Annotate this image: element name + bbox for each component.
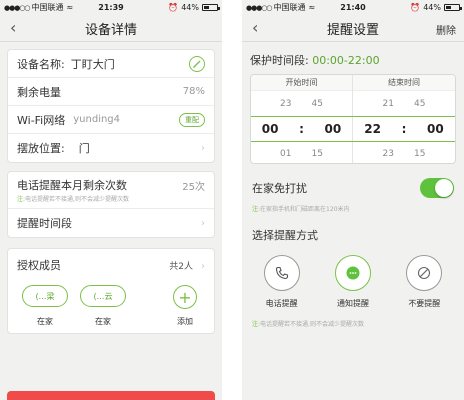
battery-icon — [202, 4, 220, 11]
nav-bar: ‹ 设备详情 — [0, 15, 222, 42]
member-avatar: (…梁 — [22, 285, 68, 307]
mode-note: 注:电话提醒若不接通,则不会减少提醒次数 — [252, 321, 364, 328]
protect-range: 00:00-22:00 — [312, 54, 380, 67]
battery-percent: 44% — [181, 3, 199, 12]
end-time-column[interactable]: 结束时间 21 45 22:00 23 15 — [353, 75, 455, 163]
dnd-label: 在家免打扰 — [252, 182, 307, 195]
picker-row: 23 15 — [382, 148, 426, 159]
chevron-right-icon: › — [201, 260, 205, 272]
page-title: 提醒设置 — [326, 22, 379, 38]
mode-label: 电话提醒 — [265, 299, 298, 308]
device-detail-screen: ●●●○○ 中国联通 ≈ 21:39 ⏰ 44% ‹ 设备详情 设备名称: 丁盯… — [0, 0, 222, 400]
member-avatar: (…云 — [80, 285, 126, 307]
wifi-icon: ≈ — [66, 3, 74, 12]
reminder-time-row[interactable]: 提醒时间段 › — [8, 209, 214, 237]
device-info-card: 设备名称: 丁盯大门 剩余电量 78% Wi-Fi网络 yunding4 重配 … — [7, 49, 215, 163]
add-member-label: 添加 — [177, 317, 193, 326]
back-icon[interactable]: ‹ — [252, 18, 258, 37]
wifi-value: yunding4 — [73, 114, 121, 125]
start-time-label: 开始时间 — [251, 75, 352, 91]
selection-line-top — [251, 116, 455, 117]
place-label: 摆放位置: — [17, 142, 65, 155]
member-status: 在家 — [37, 317, 53, 326]
delete-device-button[interactable] — [7, 391, 215, 400]
delete-button[interactable]: 删除 — [436, 22, 456, 37]
notification-reminder-option[interactable]: 通知提醒 — [323, 255, 383, 309]
selection-line-bottom — [251, 141, 455, 142]
alarm-icon: ⏰ — [168, 3, 179, 12]
alarm-icon: ⏰ — [410, 3, 421, 12]
mode-label: 通知提醒 — [336, 299, 369, 308]
member-item[interactable]: (…云 在家 — [75, 285, 131, 327]
battery-value: 78% — [182, 86, 205, 97]
place-value: 门 — [78, 142, 90, 155]
dnd-note: 注:在家指手机和门磁距离在120米内 — [252, 206, 350, 213]
reconfigure-button[interactable]: 重配 — [179, 112, 205, 127]
picker-row: 01 15 — [280, 148, 323, 159]
back-icon[interactable]: ‹ — [10, 18, 16, 37]
reminder-time-label: 提醒时间段 — [17, 217, 72, 230]
reminder-card: 电话提醒本月剩余次数 25次 注:电话提醒若不接通,则不会减少提醒次数 提醒时间… — [7, 171, 215, 238]
member-status: 在家 — [95, 317, 111, 326]
chevron-right-icon: › — [201, 217, 205, 229]
members-count[interactable]: 共2人 › — [169, 259, 205, 272]
battery-label: 剩余电量 — [17, 85, 61, 99]
nav-bar: ‹ 提醒设置 删除 — [242, 15, 464, 42]
dnd-toggle[interactable] — [420, 178, 454, 198]
mode-label: 不要提醒 — [408, 299, 441, 308]
members-title: 授权成员 — [17, 259, 61, 272]
wifi-icon: ≈ — [308, 3, 316, 12]
picker-selected-row: 22:00 — [364, 121, 444, 136]
battery-row: 剩余电量 78% — [8, 78, 214, 106]
device-name-row[interactable]: 设备名称: 丁盯大门 — [8, 50, 214, 78]
chevron-right-icon: › — [201, 142, 205, 154]
plus-icon: + — [173, 285, 197, 309]
place-row[interactable]: 摆放位置: 门 › — [8, 134, 214, 162]
member-item[interactable]: (…梁 在家 — [17, 285, 73, 327]
protect-label: 保护时间段: — [250, 54, 309, 67]
status-bar: ●●●○○ 中国联通 ≈ 21:39 ⏰ 44% — [0, 0, 222, 15]
add-member-button[interactable]: + 添加 — [165, 285, 205, 327]
signal-icon: ●●●○○ — [246, 3, 273, 12]
phone-reminder-option[interactable]: 电话提醒 — [252, 255, 312, 309]
end-time-label: 结束时间 — [353, 75, 455, 91]
device-name-value: 丁盯大门 — [70, 57, 115, 71]
picker-row: 23 45 — [280, 98, 323, 109]
device-name-label: 设备名称: — [17, 57, 65, 71]
mode-options: 电话提醒 通知提醒 不要提醒 — [242, 243, 464, 309]
wifi-label: Wi-Fi网络 — [17, 113, 66, 127]
block-icon — [406, 255, 443, 291]
calls-remaining-value: 25次 — [182, 181, 205, 193]
chat-icon — [334, 255, 371, 291]
battery-percent: 44% — [423, 3, 441, 12]
wifi-row: Wi-Fi网络 yunding4 重配 — [8, 106, 214, 134]
reminder-settings-screen: ●●●○○ 中国联通 ≈ 21:40 ⏰ 44% ‹ 提醒设置 删除 保护时间段… — [242, 0, 464, 400]
members-card: 授权成员 共2人 › (…梁 在家 (…云 在家 + 添加 — [7, 248, 215, 334]
signal-icon: ●●●○○ — [4, 3, 31, 12]
start-time-column[interactable]: 开始时间 23 45 00:00 01 15 — [251, 75, 353, 163]
page-title: 设备详情 — [84, 22, 137, 38]
carrier-label: 中国联通 — [273, 3, 306, 12]
carrier-label: 中国联通 — [31, 3, 64, 12]
protect-period: 保护时间段: 00:00-22:00 — [242, 42, 464, 74]
calls-note: 注:电话提醒若不接通,则不会减少提醒次数 — [8, 194, 214, 209]
status-bar: ●●●○○ 中国联通 ≈ 21:40 ⏰ 44% — [242, 0, 464, 15]
calls-remaining-label: 电话提醒本月剩余次数 — [17, 179, 127, 192]
time-picker[interactable]: 开始时间 23 45 00:00 01 15 结束时间 21 45 22:00 23 1… — [250, 74, 456, 164]
no-reminder-option[interactable]: 不要提醒 — [394, 255, 454, 309]
edit-icon[interactable] — [189, 55, 205, 72]
mode-title: 选择提醒方式 — [252, 229, 318, 242]
dnd-row: 在家免打扰 — [242, 164, 464, 198]
picker-row: 21 45 — [382, 98, 426, 109]
phone-icon — [263, 255, 300, 291]
picker-selected-row: 00:00 — [261, 121, 342, 136]
battery-icon — [444, 4, 462, 11]
member-list: (…梁 在家 (…云 在家 + 添加 — [17, 285, 205, 327]
